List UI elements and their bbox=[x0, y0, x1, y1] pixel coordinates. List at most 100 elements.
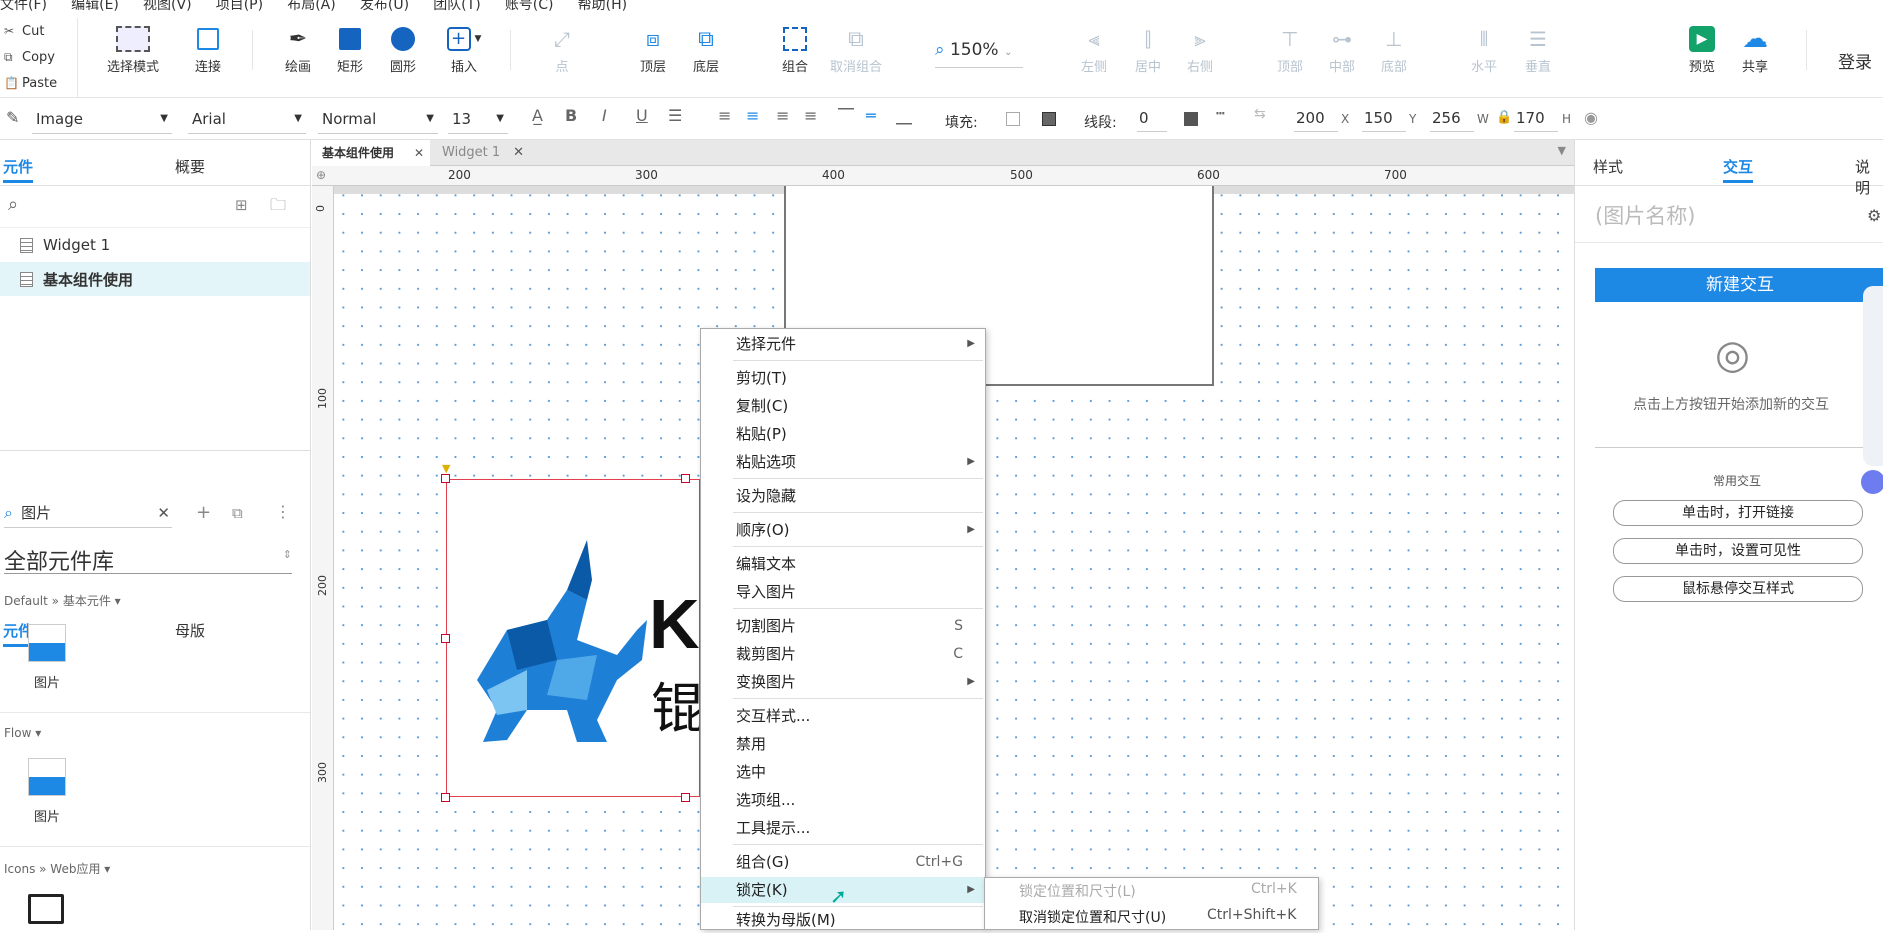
bullet-list-icon[interactable]: ☰ bbox=[668, 106, 682, 125]
font-color-icon[interactable]: A̲ bbox=[532, 106, 543, 125]
menu-help[interactable]: 帮助(H) bbox=[578, 0, 627, 12]
widget-name-input[interactable]: (图片名称) bbox=[1595, 200, 1855, 230]
resize-handle[interactable] bbox=[681, 793, 690, 802]
justify-icon[interactable]: ≡ bbox=[804, 106, 817, 125]
valign-bottom-icon[interactable]: ⎽ bbox=[896, 106, 912, 126]
x-input[interactable]: 200 bbox=[1294, 106, 1338, 132]
align-right-button[interactable]: ⫸ 右侧 bbox=[1172, 22, 1228, 75]
tabs-dropdown-icon[interactable]: ▼ bbox=[1558, 144, 1566, 157]
menu-select-widget[interactable]: 选择元件 ▶ bbox=[701, 331, 985, 357]
hover-style-button[interactable]: 鼠标悬停交互样式 bbox=[1613, 576, 1863, 602]
menu-interaction-styles[interactable]: 交互样式... bbox=[701, 703, 985, 729]
menu-import-image[interactable]: 导入图片 bbox=[701, 579, 985, 605]
line-width-input[interactable]: 0 bbox=[1137, 106, 1167, 132]
menu-convert-master[interactable]: 转换为母版(M) bbox=[701, 907, 985, 933]
menu-project[interactable]: 项目(P) bbox=[216, 0, 263, 12]
cut-button[interactable]: ✂ Cut bbox=[0, 18, 77, 44]
menu-copy[interactable]: 复制(C) bbox=[701, 393, 985, 419]
align-text-left-icon[interactable]: ≡ bbox=[718, 106, 731, 125]
image-widget-icon[interactable] bbox=[28, 758, 66, 796]
width-input[interactable]: 256 bbox=[1430, 106, 1474, 132]
submenu-lock-position[interactable]: 锁定位置和尺寸(L) bbox=[1019, 881, 1136, 901]
on-click-open-link-button[interactable]: 单击时，打开链接 bbox=[1613, 500, 1863, 526]
preview-button[interactable]: ▶ 预览 bbox=[1674, 22, 1730, 75]
bring-to-front-button[interactable]: ⧈ 顶层 bbox=[623, 22, 683, 76]
align-middle-button[interactable]: ⊶ 中部 bbox=[1314, 22, 1370, 75]
lock-icon[interactable]: 🔒 bbox=[1496, 110, 1512, 125]
menu-order[interactable]: 顺序(O) ▶ bbox=[701, 517, 985, 543]
font-weight-dropdown[interactable]: Normal ▼ bbox=[318, 104, 438, 134]
page-item-basic[interactable]: 基本组件使用 bbox=[0, 262, 310, 296]
group-flow-header[interactable]: Flow ▾ bbox=[4, 726, 41, 740]
menu-paste[interactable]: 粘贴(P) bbox=[701, 421, 985, 447]
resize-handle[interactable] bbox=[441, 634, 450, 643]
distribute-horizontal-button[interactable]: ⦀ 水平 bbox=[1456, 22, 1512, 75]
tab-style[interactable]: 样式 bbox=[1593, 156, 1623, 177]
point-button[interactable]: ⤢ 点 bbox=[532, 22, 592, 75]
insert-button[interactable]: + ▼ 插入 bbox=[434, 22, 494, 75]
menu-layout[interactable]: 布局(A) bbox=[287, 0, 336, 12]
menu-crop-image[interactable]: 裁剪图片 C bbox=[701, 641, 985, 667]
add-page-icon[interactable]: ⊞ bbox=[235, 196, 248, 214]
paste-button[interactable]: 📋 Paste bbox=[0, 70, 77, 96]
submenu-unlock-position[interactable]: 取消锁定位置和尺寸(U) bbox=[1019, 907, 1166, 927]
menu-view[interactable]: 视图(V) bbox=[143, 0, 192, 12]
menu-file[interactable]: 文件(F) bbox=[0, 0, 47, 12]
assistant-icon[interactable] bbox=[1861, 470, 1883, 494]
menu-disabled[interactable]: 禁用 bbox=[701, 731, 985, 757]
image-widget-icon[interactable] bbox=[28, 624, 66, 662]
tab-masters[interactable]: 母版 bbox=[175, 620, 205, 641]
clear-icon[interactable]: ✕ bbox=[157, 504, 170, 522]
menu-group[interactable]: 组合(G) Ctrl+G bbox=[701, 849, 985, 875]
doc-tab-basic[interactable]: 基本组件使用 ✕ bbox=[312, 140, 430, 166]
italic-icon[interactable]: I bbox=[602, 106, 607, 125]
copy-button[interactable]: ⧉ Copy bbox=[0, 44, 77, 70]
font-size-dropdown[interactable]: 13 ▼ bbox=[448, 104, 508, 134]
send-to-back-button[interactable]: ⧉ 底层 bbox=[676, 22, 736, 76]
align-left-button[interactable]: ⫷ 左侧 bbox=[1066, 22, 1122, 75]
zoom-control[interactable]: ⌕ 150% ⌄ bbox=[935, 40, 1023, 68]
draw-button[interactable]: ✒ 绘画 bbox=[268, 22, 328, 76]
image-widget-selected[interactable]: K 锟 bbox=[446, 479, 700, 797]
on-click-set-visibility-button[interactable]: 单击时，设置可见性 bbox=[1613, 538, 1863, 564]
align-text-right-icon[interactable]: ≡ bbox=[776, 106, 789, 125]
close-icon[interactable]: ✕ bbox=[414, 140, 424, 166]
folder-icon[interactable]: 🗀 bbox=[270, 194, 286, 221]
page-item-widget1[interactable]: Widget 1 bbox=[0, 228, 310, 262]
align-top-button[interactable]: ⊤ 顶部 bbox=[1262, 22, 1318, 75]
widget-search-field[interactable]: ⌕ 图片 ✕ bbox=[4, 502, 172, 528]
rectangle-button[interactable]: 矩形 bbox=[320, 22, 380, 75]
new-interaction-button[interactable]: 新建交互 bbox=[1595, 268, 1883, 302]
search-icon[interactable]: ⌕ bbox=[8, 194, 18, 215]
y-input[interactable]: 150 bbox=[1362, 106, 1406, 132]
more-icon[interactable]: ⋮ bbox=[275, 502, 291, 521]
align-text-center-icon[interactable]: ≡ bbox=[746, 106, 759, 125]
ungroup-button[interactable]: ⧉ 取消组合 bbox=[826, 22, 886, 76]
fill-color-swatch[interactable] bbox=[1006, 112, 1020, 126]
doc-tab-widget1[interactable]: Widget 1 ✕ bbox=[432, 140, 530, 166]
bold-icon[interactable]: B bbox=[565, 106, 577, 125]
menu-set-hidden[interactable]: 设为隐藏 bbox=[701, 483, 985, 509]
height-input[interactable]: 170 bbox=[1514, 106, 1558, 132]
tab-notes[interactable]: 说明 bbox=[1855, 156, 1883, 198]
group-basic-header[interactable]: Default » 基本元件 ▾ bbox=[4, 592, 121, 609]
select-mode-button[interactable]: 选择模式 bbox=[98, 22, 168, 75]
arrow-style-icon[interactable]: ⇆ bbox=[1254, 106, 1266, 122]
library-dropdown[interactable]: 全部元件库 ⇕ bbox=[4, 544, 292, 575]
menu-transform-image[interactable]: 变换图片 ▶ bbox=[701, 669, 985, 695]
menu-cut[interactable]: 剪切(T) bbox=[701, 365, 985, 391]
menu-selection-group[interactable]: 选项组... bbox=[701, 787, 985, 813]
settings-sliders-icon[interactable]: ⚙ bbox=[1867, 206, 1881, 225]
menu-team[interactable]: 团队(T) bbox=[433, 0, 480, 12]
menu-paste-options[interactable]: 粘贴选项 ▶ bbox=[701, 449, 985, 475]
share-button[interactable]: ☁ 共享 bbox=[1727, 22, 1783, 75]
underline-icon[interactable]: U bbox=[636, 106, 648, 125]
align-center-button[interactable]: ⫿ 居中 bbox=[1120, 22, 1176, 75]
menu-selected[interactable]: 选中 bbox=[701, 759, 985, 785]
resize-handle[interactable] bbox=[441, 474, 450, 483]
menu-account[interactable]: 账号(C) bbox=[505, 0, 554, 12]
line-style-icon[interactable]: ┅ bbox=[1216, 106, 1224, 122]
line-color-swatch[interactable] bbox=[1184, 112, 1198, 126]
valign-middle-icon[interactable]: ═ bbox=[866, 106, 876, 125]
menu-edit-text[interactable]: 编辑文本 bbox=[701, 551, 985, 577]
